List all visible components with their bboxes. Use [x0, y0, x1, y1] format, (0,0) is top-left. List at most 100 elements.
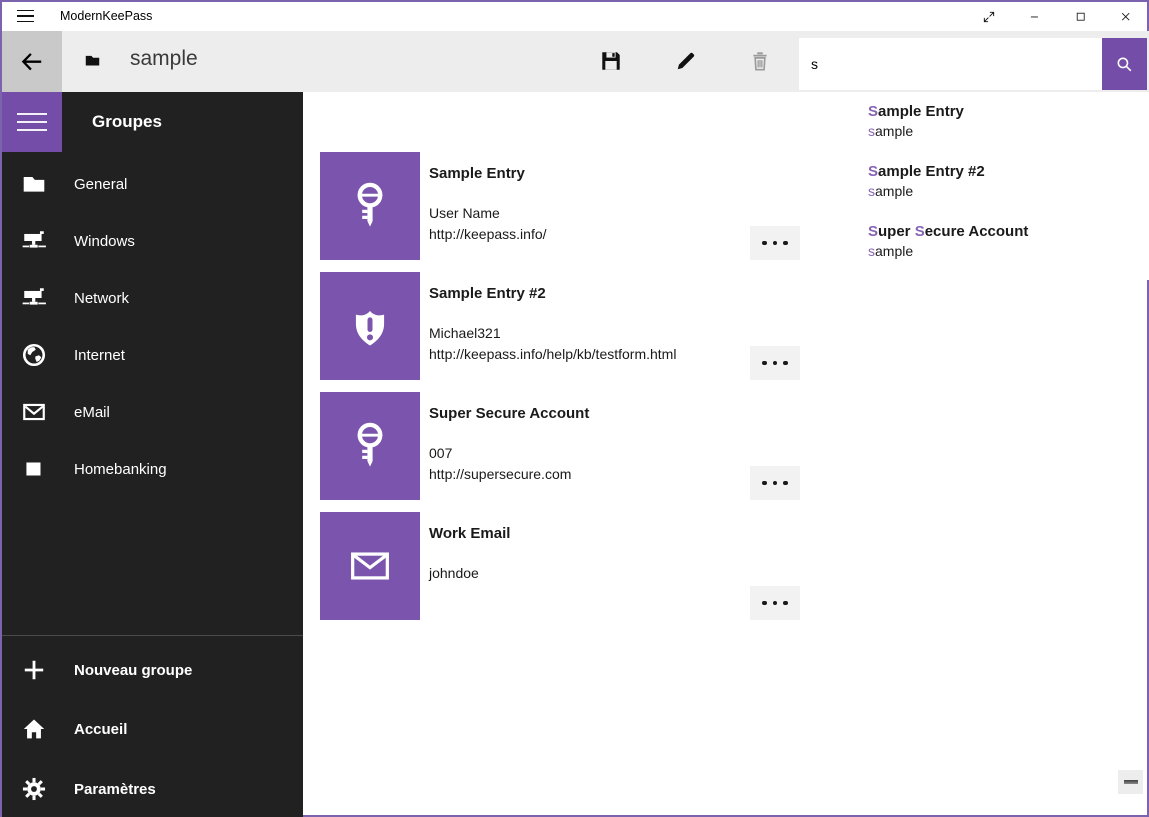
more-options-button[interactable] — [750, 346, 800, 380]
sidebar-item-windows[interactable]: Windows — [2, 213, 303, 269]
search-suggestion[interactable]: Sample Entry #2 sample — [868, 162, 1138, 212]
entry-username: johndoe — [429, 563, 479, 584]
entry-title: Work Email — [429, 525, 510, 542]
trash-icon — [749, 50, 771, 72]
close-icon — [1119, 10, 1133, 24]
sidebar-item-label: General — [74, 176, 127, 193]
suggestion-title: Sample Entry — [868, 102, 1138, 121]
shield-exclamation-icon — [344, 300, 396, 352]
back-button[interactable] — [2, 31, 62, 92]
app-window: ModernKeePass sample — [0, 0, 1149, 817]
suggestion-subtitle: sample — [868, 121, 1138, 142]
sidebar: Groupes General Windows Network Internet… — [2, 92, 303, 817]
delete-button[interactable] — [736, 37, 784, 85]
minimize-button[interactable] — [1012, 2, 1058, 31]
sidebar-item-label: Network — [74, 290, 129, 307]
floppy-disk-icon — [600, 50, 622, 72]
diagonal-resize-arrows-icon — [982, 10, 996, 24]
zoom-out-button[interactable] — [1118, 770, 1143, 794]
filled-square-icon — [21, 456, 47, 482]
entry-url: http://keepass.info/help/kb/testform.htm… — [429, 344, 676, 365]
hamburger-button[interactable] — [2, 92, 62, 152]
entry-tile[interactable] — [320, 512, 420, 620]
entry-username: 007 — [429, 443, 571, 464]
maximize-button[interactable] — [1058, 2, 1104, 31]
sidebar-item-label: Internet — [74, 347, 125, 364]
pencil-icon — [675, 50, 697, 72]
entry-row[interactable]: Sample Entry User Name http://keepass.in… — [320, 152, 800, 260]
titlebar-menu-icon[interactable] — [17, 9, 34, 23]
entry-row[interactable]: Work Email johndoe — [320, 512, 800, 620]
folder-icon — [84, 52, 101, 69]
minus-icon — [1124, 780, 1138, 784]
gear-icon — [21, 776, 47, 802]
search-button[interactable] — [1102, 38, 1147, 90]
plus-icon — [21, 657, 47, 683]
close-button[interactable] — [1103, 2, 1149, 31]
home-icon — [21, 716, 47, 742]
entry-title: Sample Entry — [429, 165, 525, 182]
sidebar-item-label: Paramètres — [74, 781, 156, 798]
networked-computer-icon — [21, 285, 47, 311]
sidebar-item-network[interactable]: Network — [2, 270, 303, 326]
sidebar-item-homebanking[interactable]: Homebanking — [2, 441, 303, 497]
search-suggestion[interactable]: Sample Entry sample — [868, 102, 1138, 152]
sidebar-item-label: Homebanking — [74, 461, 167, 478]
entry-row[interactable]: Sample Entry #2 Michael321 http://keepas… — [320, 272, 800, 380]
sidebar-item-label: Accueil — [74, 721, 127, 738]
edit-button[interactable] — [662, 37, 710, 85]
entry-url: http://keepass.info/ — [429, 224, 547, 245]
folder-icon — [21, 171, 47, 197]
key-icon — [344, 180, 396, 232]
entry-title: Super Secure Account — [429, 405, 589, 422]
entry-url: http://supersecure.com — [429, 464, 571, 485]
suggestion-title: Sample Entry #2 — [868, 162, 1138, 181]
suggestion-subtitle: sample — [868, 181, 1138, 202]
sidebar-item-label: Windows — [74, 233, 135, 250]
new-group-button[interactable]: Nouveau groupe — [2, 642, 303, 698]
titlebar: ModernKeePass — [2, 2, 1147, 31]
suggestion-title: Super Secure Account — [868, 222, 1138, 241]
more-options-button[interactable] — [750, 586, 800, 620]
database-title: sample — [130, 47, 198, 71]
search-box — [799, 38, 1102, 90]
more-options-button[interactable] — [750, 226, 800, 260]
search-suggestion[interactable]: Super Secure Account sample — [868, 222, 1138, 272]
ellipsis-icon — [762, 601, 767, 606]
arrow-left-icon — [19, 49, 45, 75]
sidebar-item-email[interactable]: eMail — [2, 384, 303, 440]
globe-icon — [21, 342, 47, 368]
networked-computer-icon — [21, 228, 47, 254]
maximize-icon — [1074, 10, 1088, 24]
key-icon — [344, 420, 396, 472]
ellipsis-icon — [762, 361, 767, 366]
sidebar-item-general[interactable]: General — [2, 156, 303, 212]
app-title: ModernKeePass — [60, 9, 152, 23]
sidebar-item-label: eMail — [74, 404, 110, 421]
sidebar-divider — [2, 635, 303, 636]
entry-title: Sample Entry #2 — [429, 285, 546, 302]
settings-button[interactable]: Paramètres — [2, 761, 303, 817]
suggestion-subtitle: sample — [868, 241, 1138, 262]
sidebar-heading: Groupes — [92, 112, 162, 132]
sidebar-item-internet[interactable]: Internet — [2, 327, 303, 383]
sidebar-item-label: Nouveau groupe — [74, 662, 192, 679]
fullscreen-button[interactable] — [966, 2, 1012, 31]
more-options-button[interactable] — [750, 466, 800, 500]
entry-row[interactable]: Super Secure Account 007 http://supersec… — [320, 392, 800, 500]
entry-tile[interactable] — [320, 392, 420, 500]
search-input[interactable] — [811, 38, 1096, 90]
envelope-icon — [21, 399, 47, 425]
entry-username: Michael321 — [429, 323, 676, 344]
entry-username: User Name — [429, 203, 547, 224]
entry-tile[interactable] — [320, 272, 420, 380]
save-button[interactable] — [587, 37, 635, 85]
ellipsis-icon — [762, 241, 767, 246]
entry-tile[interactable] — [320, 152, 420, 260]
envelope-icon — [344, 540, 396, 592]
home-button[interactable]: Accueil — [2, 701, 303, 757]
minimize-icon — [1028, 10, 1042, 24]
search-suggestions: Sample Entry sample Sample Entry #2 samp… — [799, 92, 1149, 280]
ellipsis-icon — [762, 481, 767, 486]
magnifier-icon — [1115, 55, 1134, 74]
